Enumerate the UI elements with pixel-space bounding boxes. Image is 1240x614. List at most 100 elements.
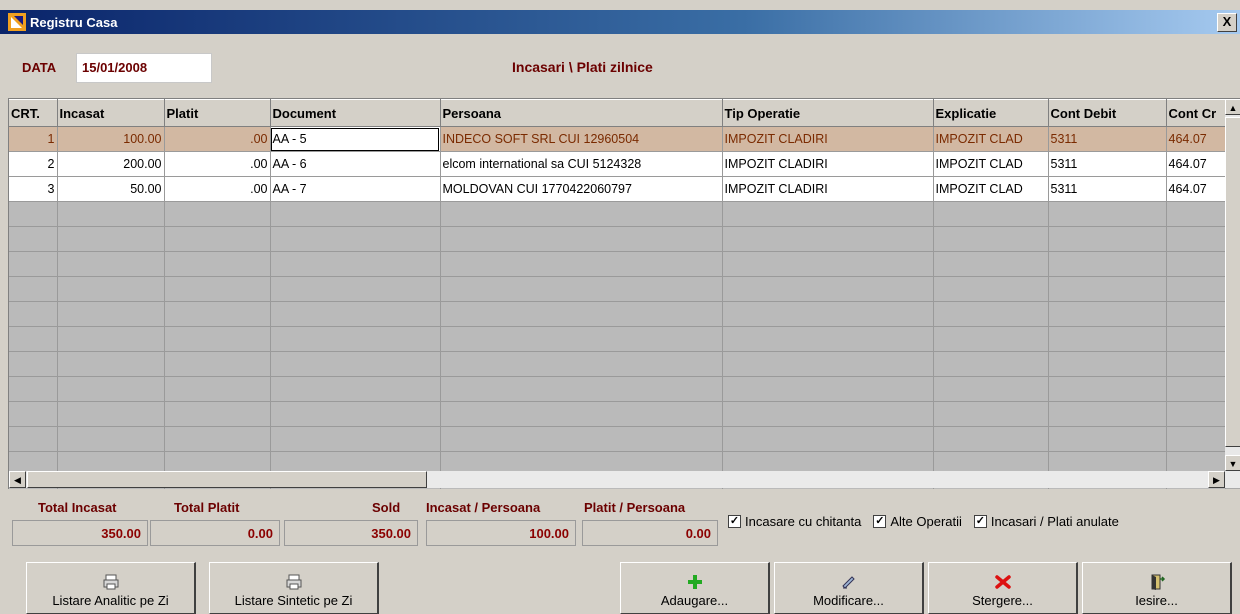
table-header-row: CRT. Incasat Platit Document Persoana Ti… bbox=[9, 99, 1226, 127]
printer-icon bbox=[103, 574, 118, 590]
table-row[interactable]: 1 100.00 .00 AA - 5 INDECO SOFT SRL CUI … bbox=[9, 126, 1226, 152]
empty-row bbox=[9, 226, 1226, 252]
app-icon bbox=[8, 13, 26, 31]
vertical-scrollbar[interactable]: ▲ ▼ bbox=[1225, 99, 1240, 471]
cell-explicatie: IMPOZIT CLAD bbox=[933, 126, 1049, 152]
exit-door-icon bbox=[1151, 574, 1165, 590]
table-row[interactable]: 2 200.00 .00 AA - 6 elcom international … bbox=[9, 151, 1226, 177]
listare-sintetic-label: Listare Sintetic pe Zi bbox=[234, 593, 353, 608]
cell-platit: .00 bbox=[164, 151, 271, 177]
column-header-tip-operatie[interactable]: Tip Operatie bbox=[722, 99, 934, 127]
incasat-persoana-value: 100.00 bbox=[426, 520, 576, 546]
filter-checkboxes: ✓ Incasare cu chitanta ✓ Alte Operatii ✓… bbox=[728, 514, 1119, 529]
cell-cont-debit: 5311 bbox=[1048, 151, 1167, 177]
empty-row bbox=[9, 201, 1226, 227]
column-header-document[interactable]: Document bbox=[270, 99, 441, 127]
cell-crt: 2 bbox=[9, 151, 58, 177]
cell-tip-operatie: IMPOZIT CLADIRI bbox=[722, 126, 934, 152]
operations-grid: CRT. Incasat Platit Document Persoana Ti… bbox=[8, 98, 1240, 489]
platit-persoana-label: Platit / Persoana bbox=[584, 500, 686, 515]
sold-value: 350.00 bbox=[284, 520, 418, 546]
plus-icon bbox=[687, 575, 702, 589]
cell-incasat: 200.00 bbox=[57, 151, 165, 177]
check-icon[interactable]: ✓ bbox=[728, 515, 741, 528]
cell-persoana: MOLDOVAN CUI 1770422060797 bbox=[440, 176, 723, 202]
cell-platit: .00 bbox=[164, 176, 271, 202]
empty-row bbox=[9, 351, 1226, 377]
listare-analitic-button[interactable]: Listare Analitic pe Zi bbox=[26, 562, 196, 614]
incasare-chitanta-label: Incasare cu chitanta bbox=[745, 514, 862, 529]
cell-document: AA - 6 bbox=[270, 151, 441, 177]
iesire-label: Iesire... bbox=[1135, 593, 1178, 608]
alte-operatii-label: Alte Operatii bbox=[890, 514, 962, 529]
adaugare-button[interactable]: Adaugare... bbox=[620, 562, 770, 614]
operations-table: CRT. Incasat Platit Document Persoana Ti… bbox=[9, 99, 1226, 489]
delete-icon bbox=[994, 575, 1011, 589]
cell-cont-credit: 464.07 bbox=[1166, 176, 1226, 202]
empty-row bbox=[9, 326, 1226, 352]
column-header-crt[interactable]: CRT. bbox=[9, 99, 58, 127]
column-header-cont-credit[interactable]: Cont Cr bbox=[1166, 99, 1226, 127]
modificare-label: Modificare... bbox=[813, 593, 884, 608]
registru-casa-window: Registru Casa X DATA 15/01/2008 Incasari… bbox=[0, 0, 1240, 614]
scroll-up-icon[interactable]: ▲ bbox=[1225, 99, 1240, 115]
empty-row bbox=[9, 376, 1226, 402]
scroll-right-icon[interactable]: ▶ bbox=[1208, 471, 1225, 488]
scroll-left-icon[interactable]: ◀ bbox=[9, 471, 26, 488]
cell-persoana: INDECO SOFT SRL CUI 12960504 bbox=[440, 126, 723, 152]
close-button[interactable]: X bbox=[1217, 13, 1237, 32]
title-bar: Registru Casa X bbox=[0, 10, 1240, 34]
edit-icon bbox=[841, 576, 855, 589]
incasare-chitanta-checkbox[interactable]: ✓ Incasare cu chitanta bbox=[728, 514, 861, 529]
check-icon[interactable]: ✓ bbox=[873, 515, 887, 528]
cell-cont-debit: 5311 bbox=[1048, 126, 1167, 152]
cell-cont-credit: 464.07 bbox=[1166, 126, 1226, 152]
stergere-label: Stergere... bbox=[972, 593, 1033, 608]
date-label: DATA bbox=[22, 60, 57, 75]
column-header-platit[interactable]: Platit bbox=[164, 99, 271, 127]
incasat-persoana-label: Incasat / Persoana bbox=[426, 500, 541, 515]
cell-crt: 1 bbox=[9, 126, 58, 152]
iesire-button[interactable]: Iesire... bbox=[1082, 562, 1232, 614]
cell-incasat: 100.00 bbox=[57, 126, 165, 152]
cell-cont-debit: 5311 bbox=[1048, 176, 1167, 202]
column-header-explicatie[interactable]: Explicatie bbox=[933, 99, 1049, 127]
column-header-persoana[interactable]: Persoana bbox=[440, 99, 723, 127]
total-platit-value: 0.00 bbox=[150, 520, 280, 546]
cell-explicatie: IMPOZIT CLAD bbox=[933, 151, 1049, 177]
cell-incasat: 50.00 bbox=[57, 176, 165, 202]
total-platit-label: Total Platit bbox=[174, 500, 240, 515]
adaugare-label: Adaugare... bbox=[660, 593, 729, 608]
cell-persoana: elcom international sa CUI 5124328 bbox=[440, 151, 723, 177]
cell-cont-credit: 464.07 bbox=[1166, 151, 1226, 177]
cell-tip-operatie: IMPOZIT CLADIRI bbox=[722, 176, 934, 202]
cell-explicatie: IMPOZIT CLAD bbox=[933, 176, 1049, 202]
column-header-cont-debit[interactable]: Cont Debit bbox=[1048, 99, 1167, 127]
platit-persoana-value: 0.00 bbox=[582, 520, 718, 546]
empty-row bbox=[9, 426, 1226, 452]
cell-crt: 3 bbox=[9, 176, 58, 202]
page-title: Incasari \ Plati zilnice bbox=[512, 59, 653, 75]
empty-row bbox=[9, 401, 1226, 427]
anulate-label: Incasari / Plati anulate bbox=[990, 514, 1119, 529]
listare-analitic-label: Listare Analitic pe Zi bbox=[52, 593, 169, 608]
anulate-checkbox[interactable]: ✓ Incasari / Plati anulate bbox=[973, 514, 1119, 529]
scroll-down-icon[interactable]: ▼ bbox=[1225, 455, 1240, 471]
table-row[interactable]: 3 50.00 .00 AA - 7 MOLDOVAN CUI 17704220… bbox=[9, 176, 1226, 202]
cell-document[interactable]: AA - 5 bbox=[270, 126, 441, 152]
modificare-button[interactable]: Modificare... bbox=[774, 562, 924, 614]
horizontal-scroll-thumb[interactable] bbox=[27, 471, 427, 488]
column-header-incasat[interactable]: Incasat bbox=[57, 99, 165, 127]
check-icon[interactable]: ✓ bbox=[973, 515, 987, 528]
date-input[interactable]: 15/01/2008 bbox=[76, 53, 212, 83]
sold-label: Sold bbox=[372, 500, 401, 515]
vertical-scroll-thumb[interactable] bbox=[1225, 117, 1240, 447]
horizontal-scrollbar[interactable]: ◀ ▶ bbox=[9, 471, 1240, 488]
empty-row bbox=[9, 251, 1226, 277]
listare-sintetic-button[interactable]: Listare Sintetic pe Zi bbox=[209, 562, 379, 614]
cell-platit: .00 bbox=[164, 126, 271, 152]
stergere-button[interactable]: Stergere... bbox=[928, 562, 1078, 614]
alte-operatii-checkbox[interactable]: ✓ Alte Operatii bbox=[873, 514, 962, 529]
total-incasat-label: Total Incasat bbox=[38, 500, 117, 515]
cell-document: AA - 7 bbox=[270, 176, 441, 202]
